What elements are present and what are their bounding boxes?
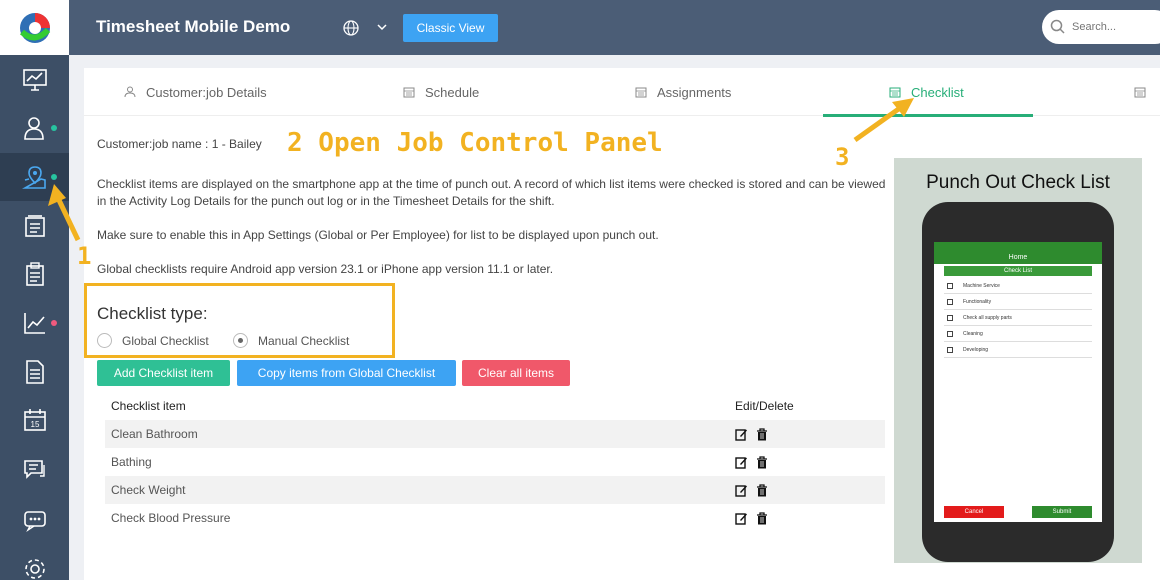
annotation-arrows [48, 98, 914, 242]
annotation-arrow-1 [48, 184, 81, 242]
annotation-arrow-3 [853, 98, 914, 143]
